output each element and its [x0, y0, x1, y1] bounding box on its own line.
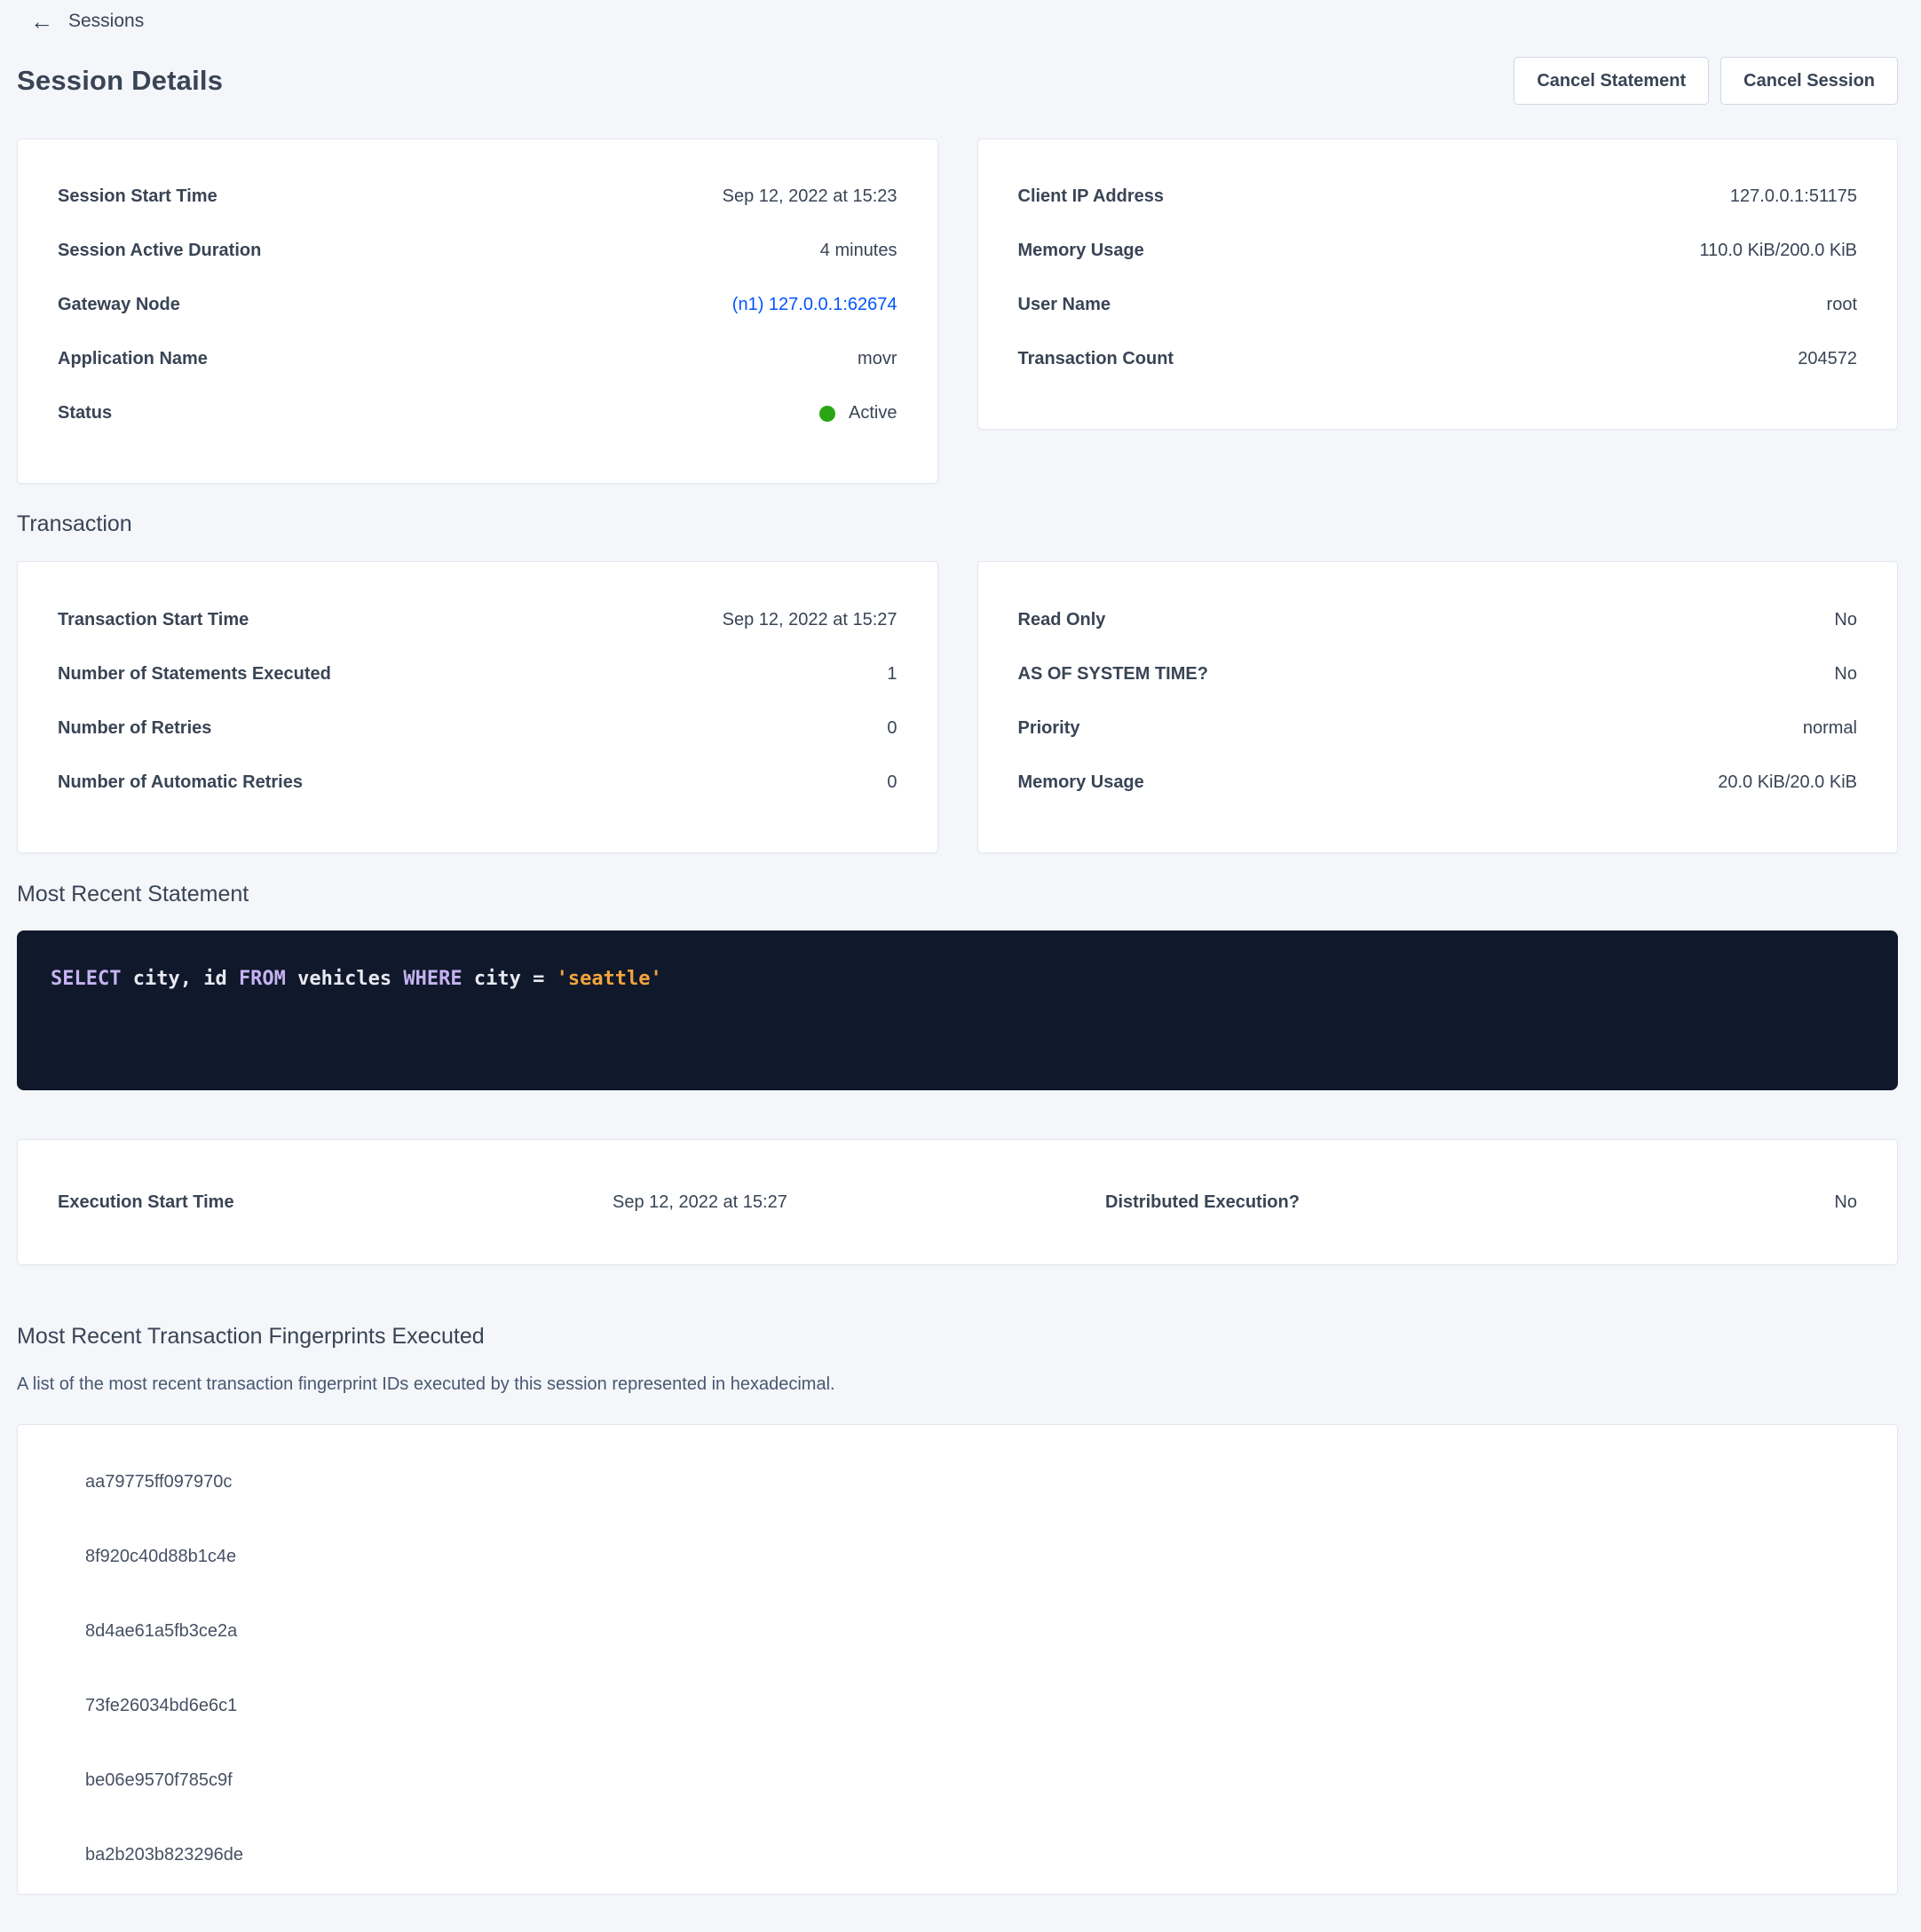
session-details-page: ← Sessions Session Details Cancel Statem… — [0, 0, 1921, 1895]
summary-row-retries: Number of Retries 0 — [58, 701, 897, 756]
transaction-info-card: Transaction Start Time Sep 12, 2022 at 1… — [17, 561, 938, 853]
sql-statement: SELECT city, id FROM vehicles WHERE city… — [51, 968, 662, 990]
row-value: 110.0 KiB/200.0 KiB — [1699, 241, 1857, 261]
summary-row-read-only: Read Only No — [1018, 593, 1858, 647]
row-label: User Name — [1018, 295, 1111, 315]
row-label: Number of Automatic Retries — [58, 772, 303, 793]
row-label: Status — [58, 403, 112, 424]
fingerprint-row: aa79775ff097970c — [18, 1445, 1897, 1519]
row-label: Read Only — [1018, 610, 1106, 630]
transaction-summary-grid: Transaction Start Time Sep 12, 2022 at 1… — [17, 561, 1898, 853]
row-value: normal — [1803, 718, 1857, 739]
sql-string: 'seattle' — [557, 968, 662, 990]
row-label: Priority — [1018, 718, 1080, 739]
row-value: movr — [858, 349, 897, 369]
session-summary-grid: Session Start Time Sep 12, 2022 at 15:23… — [17, 139, 1898, 484]
sql-statement-box: SELECT city, id FROM vehicles WHERE city… — [17, 930, 1898, 1090]
summary-row-client-ip: Client IP Address 127.0.0.1:51175 — [1018, 170, 1858, 224]
title-bar: Session Details Cancel Statement Cancel … — [17, 55, 1898, 107]
sql-keyword: FROM — [239, 968, 286, 990]
row-label: Number of Retries — [58, 718, 211, 739]
row-label: Transaction Start Time — [58, 610, 249, 630]
session-stats-card: Client IP Address 127.0.0.1:51175 Memory… — [977, 139, 1899, 430]
row-label: Memory Usage — [1018, 772, 1144, 793]
row-label: Session Start Time — [58, 186, 217, 207]
row-label: Session Active Duration — [58, 241, 261, 261]
row-value: No — [1834, 664, 1857, 685]
status-badge: Active — [819, 403, 897, 424]
sql-keyword: WHERE — [403, 968, 462, 990]
row-value: 20.0 KiB/20.0 KiB — [1718, 772, 1857, 793]
fingerprint-row: ba2b203b823296de — [18, 1817, 1897, 1892]
sql-text: city = — [462, 968, 557, 990]
execution-card: Execution Start Time Sep 12, 2022 at 15:… — [17, 1139, 1898, 1265]
row-label: Client IP Address — [1018, 186, 1165, 207]
fingerprint-id: aa79775ff097970c — [85, 1472, 232, 1493]
fingerprint-row: 8d4ae61a5fb3ce2a — [18, 1594, 1897, 1668]
fingerprint-id: 8d4ae61a5fb3ce2a — [85, 1621, 237, 1642]
execution-start-time-label: Execution Start Time — [58, 1192, 613, 1213]
fingerprints-card: aa79775ff097970c 8f920c40d88b1c4e 8d4ae6… — [17, 1424, 1898, 1895]
sql-keyword: SELECT — [51, 968, 121, 990]
transaction-props-card: Read Only No AS OF SYSTEM TIME? No Prior… — [977, 561, 1899, 853]
row-value: 204572 — [1798, 349, 1857, 369]
transaction-section-heading: Transaction — [17, 507, 1898, 541]
row-label: Memory Usage — [1018, 241, 1144, 261]
status-dot-icon — [819, 406, 835, 422]
fingerprints-section-heading: Most Recent Transaction Fingerprints Exe… — [17, 1319, 1898, 1353]
distributed-execution-value: No — [1300, 1192, 1857, 1213]
fingerprint-id: be06e9570f785c9f — [85, 1770, 233, 1791]
fingerprint-row: 73fe26034bd6e6c1 — [18, 1668, 1897, 1743]
summary-row-session-active-duration: Session Active Duration 4 minutes — [58, 224, 897, 278]
summary-row-automatic-retries: Number of Automatic Retries 0 — [58, 756, 897, 810]
row-label: AS OF SYSTEM TIME? — [1018, 664, 1208, 685]
breadcrumb[interactable]: ← Sessions — [30, 0, 1898, 35]
row-label: Number of Statements Executed — [58, 664, 331, 685]
row-label: Transaction Count — [1018, 349, 1174, 369]
sql-text: city, id — [121, 968, 238, 990]
summary-row-user-name: User Name root — [1018, 278, 1858, 332]
fingerprint-row: 8f920c40d88b1c4e — [18, 1519, 1897, 1594]
row-value: 0 — [887, 718, 897, 739]
fingerprint-id: 73fe26034bd6e6c1 — [85, 1696, 237, 1716]
cancel-session-button[interactable]: Cancel Session — [1720, 57, 1898, 105]
row-value: 4 minutes — [820, 241, 897, 261]
row-value: Sep 12, 2022 at 15:27 — [723, 610, 897, 630]
row-value: 1 — [887, 664, 897, 685]
summary-row-txn-memory-usage: Memory Usage 20.0 KiB/20.0 KiB — [1018, 756, 1858, 810]
summary-row-session-start-time: Session Start Time Sep 12, 2022 at 15:23 — [58, 170, 897, 224]
summary-row-transaction-start-time: Transaction Start Time Sep 12, 2022 at 1… — [58, 593, 897, 647]
row-value: 0 — [887, 772, 897, 793]
fingerprint-row: be06e9570f785c9f — [18, 1743, 1897, 1817]
breadcrumb-label: Sessions — [68, 11, 144, 32]
row-label: Gateway Node — [58, 295, 180, 315]
summary-row-statements-executed: Number of Statements Executed 1 — [58, 647, 897, 701]
status-value: Active — [849, 403, 897, 424]
summary-row-gateway-node: Gateway Node (n1) 127.0.0.1:62674 — [58, 278, 897, 332]
session-info-card: Session Start Time Sep 12, 2022 at 15:23… — [17, 139, 938, 484]
row-value: No — [1834, 610, 1857, 630]
fingerprint-id: ba2b203b823296de — [85, 1845, 243, 1865]
row-value: root — [1827, 295, 1857, 315]
execution-start-time-value: Sep 12, 2022 at 15:27 — [613, 1192, 1105, 1213]
summary-row-memory-usage: Memory Usage 110.0 KiB/200.0 KiB — [1018, 224, 1858, 278]
page-actions: Cancel Statement Cancel Session — [1502, 57, 1898, 105]
distributed-execution-label: Distributed Execution? — [1105, 1192, 1300, 1213]
summary-row-as-of-system-time: AS OF SYSTEM TIME? No — [1018, 647, 1858, 701]
summary-row-application-name: Application Name movr — [58, 332, 897, 386]
back-arrow-icon: ← — [30, 10, 53, 33]
fingerprints-description: A list of the most recent transaction fi… — [17, 1371, 1898, 1398]
gateway-node-link[interactable]: (n1) 127.0.0.1:62674 — [732, 295, 897, 315]
page-title: Session Details — [17, 65, 223, 97]
fingerprint-id: 8f920c40d88b1c4e — [85, 1547, 236, 1567]
sql-text: vehicles — [286, 968, 403, 990]
summary-row-priority: Priority normal — [1018, 701, 1858, 756]
row-label: Application Name — [58, 349, 208, 369]
cancel-statement-button[interactable]: Cancel Statement — [1514, 57, 1709, 105]
row-value: 127.0.0.1:51175 — [1730, 186, 1857, 207]
summary-row-status: Status Active — [58, 386, 897, 440]
summary-row-transaction-count: Transaction Count 204572 — [1018, 332, 1858, 386]
row-value: Sep 12, 2022 at 15:23 — [723, 186, 897, 207]
statement-section-heading: Most Recent Statement — [17, 877, 1898, 911]
